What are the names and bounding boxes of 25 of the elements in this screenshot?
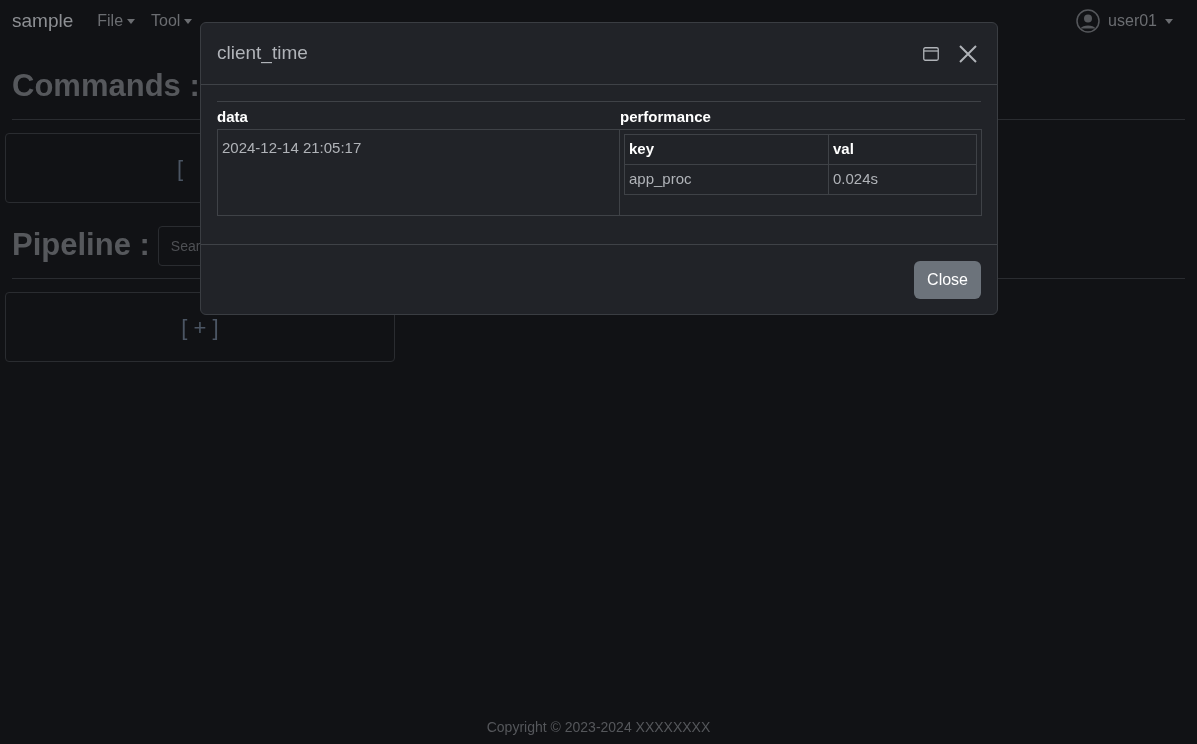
section-heading: Pipeline :: [12, 226, 150, 265]
caret-icon: [1165, 18, 1173, 24]
column-header: performance: [620, 107, 712, 127]
caret-icon: [127, 18, 136, 24]
table-cell: 2024-12-14 21:05:17: [222, 138, 362, 156]
user-menu[interactable]: user01: [1076, 9, 1173, 33]
column-header: data: [217, 107, 249, 127]
column-header: val: [828, 134, 977, 164]
close-icon[interactable]: [959, 44, 977, 63]
table-cell: 0.024s: [828, 164, 977, 194]
column-header: key: [624, 134, 829, 164]
brand-name[interactable]: sample: [12, 6, 74, 36]
close-button[interactable]: Close: [914, 260, 981, 299]
section-heading: Commands :: [12, 67, 200, 106]
menu-dropdown[interactable]: File: [97, 9, 136, 33]
add-label[interactable]: [ + ]: [181, 310, 219, 344]
modal-title: client_time: [217, 41, 308, 66]
window-icon: [923, 46, 939, 61]
table-cell: app_proc: [624, 164, 829, 194]
caret-icon: [184, 18, 193, 24]
maximize-button[interactable]: [923, 46, 939, 61]
add-label[interactable]: [: [177, 151, 184, 185]
user-avatar-icon: [1076, 9, 1101, 33]
menu-dropdown[interactable]: Tool: [151, 9, 193, 33]
copyright-text: Copyright © 2023-2024 XXXXXXXX: [486, 718, 711, 737]
